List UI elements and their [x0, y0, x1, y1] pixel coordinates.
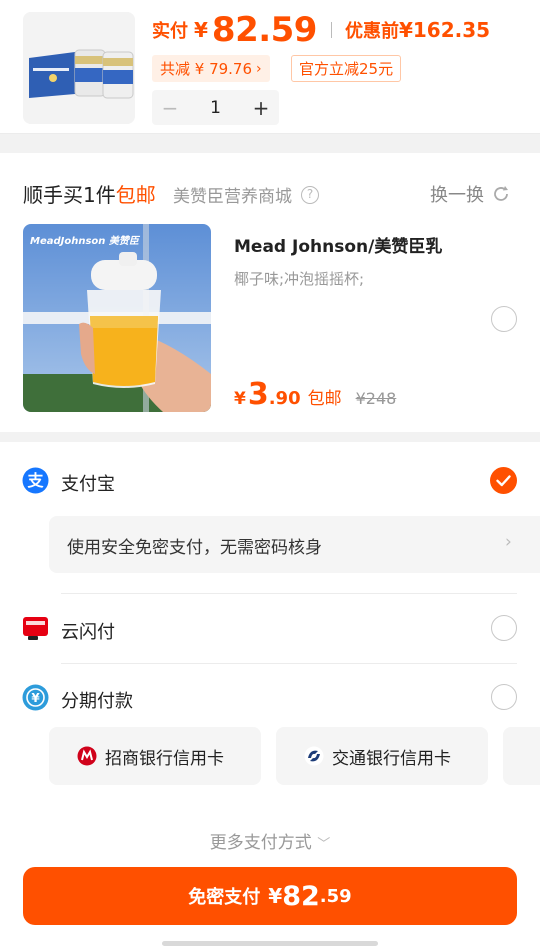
selected-check-icon[interactable] [490, 467, 517, 494]
payment-section: 支 支付宝 使用安全免密支付，无需密码核身 › 云闪付 ¥ 分期付款 招商银行信… [0, 442, 540, 949]
addon-original-price: ¥248 [355, 389, 397, 408]
quantity-stepper: − 1 + [152, 90, 279, 125]
unionpay-quickpass-icon [23, 617, 48, 640]
increase-button[interactable]: + [243, 96, 279, 120]
shop-name: 美赞臣营养商城 [173, 187, 292, 207]
total-savings-label: 共减 ¥ 79.76 [160, 60, 253, 78]
bank-name-bocom: 交通银行信用卡 [332, 748, 451, 769]
payment-method-unionpay[interactable]: 云闪付 [0, 600, 540, 658]
addon-product-name[interactable]: Mead Johnson/美赞臣乳 [234, 232, 442, 257]
payment-radio-installment[interactable] [491, 684, 517, 710]
paid-label: 实付 [152, 21, 188, 42]
submit-amount-decimal: .59 [319, 885, 352, 907]
alipay-icon: 支 [22, 467, 49, 494]
payment-name-unionpay: 云闪付 [61, 622, 115, 643]
cmb-bank-logo-icon [77, 746, 97, 766]
total-savings-tag[interactable]: 共减 ¥ 79.76 › [152, 55, 270, 82]
swap-label: 换一换 [430, 185, 484, 206]
pay-submit-button[interactable]: 免密支付 ¥ 82 .59 [23, 867, 517, 925]
chevron-right-icon: › [256, 60, 262, 77]
addon-price: ¥ 3 .90 包邮 ¥248 [234, 377, 396, 412]
divider [61, 663, 517, 664]
payment-radio-unionpay[interactable] [491, 615, 517, 641]
payment-name-alipay: 支付宝 [61, 474, 115, 495]
addon-section: 顺手买1件 包邮 美赞臣营养商城 ? 换一换 MeadJohnson 美赞臣 M… [0, 153, 540, 432]
payment-method-alipay[interactable]: 支 支付宝 [0, 452, 540, 510]
paid-price-line: 实付 ¥ 82.59 优惠前 ¥162.35 [152, 8, 490, 52]
quantity-value[interactable]: 1 [188, 98, 243, 118]
submit-label: 免密支付 [188, 887, 261, 908]
divider [61, 593, 517, 594]
paid-amount: 82.59 [211, 10, 318, 50]
refresh-icon [494, 186, 508, 201]
secure-payment-bar[interactable]: 使用安全免密支付，无需密码核身 › [49, 516, 540, 573]
addon-price-decimal: .90 [268, 388, 301, 409]
addon-image-brand: MeadJohnson 美赞臣 [30, 235, 141, 247]
help-icon[interactable]: ? [301, 185, 319, 204]
addon-product-spec: 椰子味;冲泡摇摇杯; [234, 270, 365, 288]
swap-button[interactable]: 换一换 [430, 181, 511, 207]
home-indicator [162, 941, 378, 946]
addon-shipping-label: 包邮 [307, 389, 342, 409]
original-total-amount: ¥162.35 [398, 18, 491, 42]
bank-card-partial[interactable] [503, 727, 540, 785]
addon-product-image[interactable]: MeadJohnson 美赞臣 [23, 224, 211, 412]
addon-shop: 美赞臣营养商城 ? [173, 182, 319, 207]
more-payment-label: 更多支付方式 [209, 833, 312, 853]
addon-select-radio[interactable] [491, 306, 517, 332]
bank-card-cmb[interactable]: 招商银行信用卡 [49, 727, 261, 785]
addon-title: 顺手买1件 包邮 [23, 179, 156, 208]
addon-price-integer: 3 [247, 377, 269, 412]
original-total-label: 优惠前 [344, 21, 399, 42]
submit-currency: ¥ [268, 884, 283, 908]
price-separator [330, 22, 332, 38]
paid-currency: ¥ [194, 18, 208, 42]
chevron-right-icon: › [505, 532, 512, 552]
bocom-bank-logo-icon [304, 746, 324, 766]
product-thumbnail[interactable] [23, 12, 135, 124]
order-summary-card: 实付 ¥ 82.59 优惠前 ¥162.35 共减 ¥ 79.76 › 官方立减… [0, 0, 540, 134]
official-discount-label: 官方立减25元 [299, 60, 394, 78]
addon-free-shipping: 包邮 [115, 183, 156, 207]
decrease-button[interactable]: − [152, 96, 188, 120]
more-payment-methods[interactable]: 更多支付方式 ﹀ [0, 828, 540, 853]
svg-text:支: 支 [26, 471, 44, 490]
secure-payment-text: 使用安全免密支付，无需密码核身 [67, 538, 322, 558]
payment-method-installment[interactable]: ¥ 分期付款 [0, 669, 540, 727]
installment-icon: ¥ [22, 684, 49, 711]
bank-card-bocom[interactable]: 交通银行信用卡 [276, 727, 488, 785]
svg-text:¥: ¥ [31, 691, 40, 705]
official-discount-tag: 官方立减25元 [291, 55, 402, 82]
addon-title-prefix: 顺手买1件 [23, 183, 116, 207]
payment-name-installment: 分期付款 [61, 691, 133, 712]
bank-name-cmb: 招商银行信用卡 [105, 748, 224, 769]
addon-price-currency: ¥ [234, 389, 246, 409]
submit-amount-integer: 82 [282, 880, 320, 912]
chevron-down-icon: ﹀ [317, 837, 331, 852]
